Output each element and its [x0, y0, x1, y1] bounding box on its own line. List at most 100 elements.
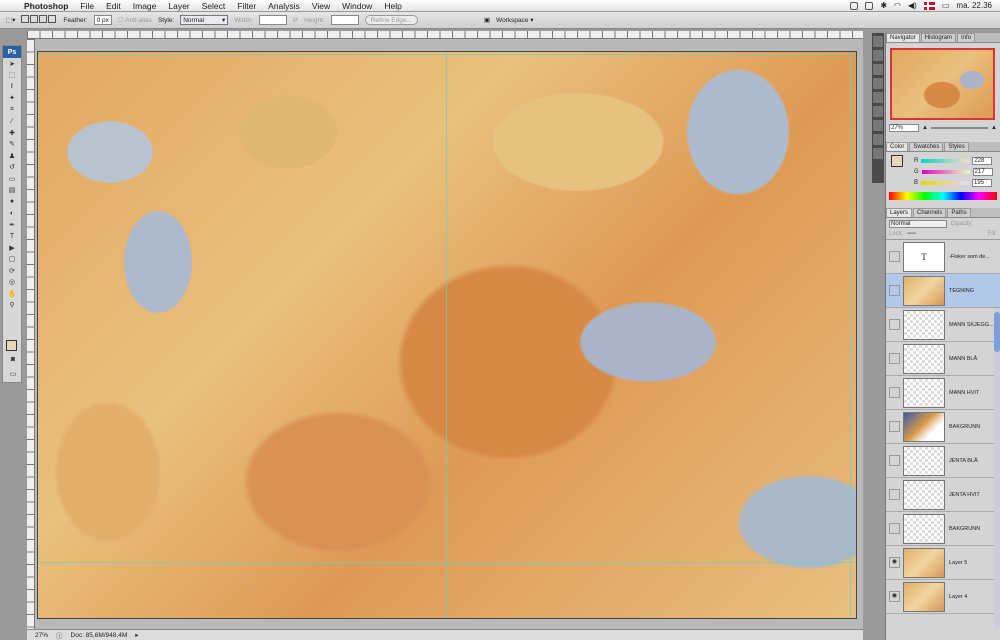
navigator-preview[interactable]: [890, 48, 995, 120]
eyedropper-tool-icon[interactable]: ⁄: [5, 116, 19, 128]
layer-row[interactable]: BAKGRUNN: [886, 512, 1000, 546]
layer-row[interactable]: T -Fisker som de...: [886, 240, 1000, 274]
crop-tool-icon[interactable]: ⌗: [5, 104, 19, 116]
blur-tool-icon[interactable]: ●: [5, 196, 19, 208]
layer-row[interactable]: BAKGRUNN: [886, 410, 1000, 444]
menu-select[interactable]: Select: [196, 1, 232, 11]
move-tool-icon[interactable]: ➤: [5, 58, 19, 70]
layer-thumbnail[interactable]: [903, 309, 945, 340]
workspace-menu[interactable]: Workspace ▾: [496, 16, 533, 24]
battery-icon[interactable]: ▭: [942, 1, 950, 10]
magic-wand-tool-icon[interactable]: ✦: [5, 93, 19, 105]
pen-tool-icon[interactable]: ✒: [5, 219, 19, 231]
sync-icon[interactable]: [865, 1, 874, 10]
layer-thumbnail[interactable]: [903, 479, 945, 510]
style-select[interactable]: Normal ▾: [180, 15, 229, 25]
layer-thumbnail[interactable]: [903, 445, 945, 476]
width-input[interactable]: [258, 15, 287, 25]
paragraph-icon[interactable]: [873, 120, 883, 131]
guide-horizontal[interactable]: [38, 562, 856, 563]
gradient-tool-icon[interactable]: ▤: [5, 185, 19, 197]
blue-slider[interactable]: [921, 180, 970, 185]
visibility-eye-icon[interactable]: [889, 387, 900, 398]
visibility-eye-icon[interactable]: ◉: [889, 557, 900, 568]
type-tool-icon[interactable]: T: [5, 231, 19, 243]
volume-icon[interactable]: ◀): [908, 1, 917, 10]
layer-row[interactable]: JENTA BLÅ: [886, 444, 1000, 478]
zoom-tool-icon[interactable]: ⚲: [5, 300, 19, 312]
visibility-eye-icon[interactable]: [889, 421, 900, 432]
layers-scrollbar[interactable]: [994, 308, 1000, 628]
3d-rotate-tool-icon[interactable]: ⟳: [5, 265, 19, 277]
height-input[interactable]: [330, 15, 359, 25]
zoom-in-icon[interactable]: ▲: [991, 125, 997, 131]
layer-thumbnail[interactable]: [903, 581, 945, 612]
layer-thumbnail[interactable]: [903, 275, 945, 306]
refine-edge-button[interactable]: Refine Edge...: [364, 15, 418, 25]
menu-image[interactable]: Image: [127, 1, 163, 11]
bridge-icon[interactable]: ▣: [484, 16, 490, 24]
clone-source-icon[interactable]: [873, 92, 883, 103]
visibility-eye-icon[interactable]: [889, 353, 900, 364]
visibility-eye-icon[interactable]: [889, 489, 900, 500]
red-value[interactable]: 228: [972, 156, 993, 165]
layer-name[interactable]: TEGNING: [949, 288, 974, 294]
layer-thumbnail[interactable]: [903, 377, 945, 408]
blend-mode-select[interactable]: Normal: [889, 220, 947, 228]
guide-horizontal[interactable]: [38, 54, 856, 55]
color-spectrum[interactable]: [889, 192, 997, 200]
visibility-eye-icon[interactable]: [889, 251, 900, 262]
menu-help[interactable]: Help: [378, 1, 407, 11]
layer-name[interactable]: JENTA HVIT: [949, 492, 980, 498]
layer-row[interactable]: JENTA HVIT: [886, 478, 1000, 512]
visibility-eye-icon[interactable]: [889, 285, 900, 296]
tab-info[interactable]: Info: [957, 33, 976, 42]
guide-vertical[interactable]: [446, 52, 447, 618]
shape-tool-icon[interactable]: ▢: [5, 254, 19, 266]
layer-name[interactable]: Layer 4: [949, 594, 967, 600]
tab-channels[interactable]: Channels: [913, 208, 947, 217]
brush-tool-icon[interactable]: ✎: [5, 139, 19, 151]
layer-row[interactable]: TEGNING: [886, 274, 1000, 308]
menu-filter[interactable]: Filter: [231, 1, 262, 11]
wifi-icon[interactable]: ◠: [894, 1, 901, 10]
red-slider[interactable]: [921, 158, 970, 163]
marquee-tool-icon[interactable]: ⬚: [5, 70, 19, 82]
layer-name[interactable]: MANN BLÅ: [949, 356, 977, 362]
info-icon[interactable]: ⓘ: [56, 630, 63, 640]
app-menu[interactable]: Photoshop: [18, 1, 74, 11]
menu-edit[interactable]: Edit: [100, 1, 127, 11]
hand-tool-icon[interactable]: ✋: [5, 288, 19, 300]
layer-name[interactable]: BAKGRUNN: [949, 424, 980, 430]
swap-icon[interactable]: ⇄: [293, 16, 298, 24]
zoom-level[interactable]: 27%: [35, 632, 48, 639]
layer-row[interactable]: MANN BLÅ: [886, 342, 1000, 376]
visibility-eye-icon[interactable]: [889, 319, 900, 330]
layer-thumbnail[interactable]: [903, 513, 945, 544]
lock-icons[interactable]: ▫▫▫▫: [907, 231, 916, 237]
dodge-tool-icon[interactable]: ◐: [5, 208, 19, 220]
tab-navigator[interactable]: Navigator: [886, 33, 920, 42]
foreground-color-swatch[interactable]: [6, 340, 17, 351]
layer-row[interactable]: MANN SKJEGG...: [886, 308, 1000, 342]
tab-paths[interactable]: Paths: [947, 208, 971, 217]
layer-name[interactable]: -Fisker som de...: [949, 254, 990, 260]
antialias-checkbox[interactable]: ☐ Anti-alias: [118, 16, 152, 24]
zoom-slider[interactable]: [930, 127, 989, 129]
history-icon[interactable]: [873, 36, 883, 47]
arrow-right-icon[interactable]: ▸: [135, 631, 138, 639]
layer-thumbnail[interactable]: [903, 343, 945, 374]
zoom-out-icon[interactable]: ▲: [922, 125, 928, 131]
visibility-eye-icon[interactable]: ◉: [889, 591, 900, 602]
tab-color[interactable]: Color: [886, 142, 909, 151]
layer-comps-icon[interactable]: [873, 134, 883, 145]
visibility-eye-icon[interactable]: [889, 455, 900, 466]
layer-name[interactable]: BAKGRUNN: [949, 526, 980, 532]
tab-histogram[interactable]: Histogram: [920, 33, 957, 42]
3d-orbit-tool-icon[interactable]: ◎: [5, 277, 19, 289]
marquee-tool-icon[interactable]: ⬚▾: [6, 16, 15, 24]
bluetooth-icon[interactable]: ✱: [880, 1, 887, 10]
menu-view[interactable]: View: [306, 1, 336, 11]
actions-icon[interactable]: [873, 50, 883, 61]
green-slider[interactable]: [921, 169, 970, 174]
